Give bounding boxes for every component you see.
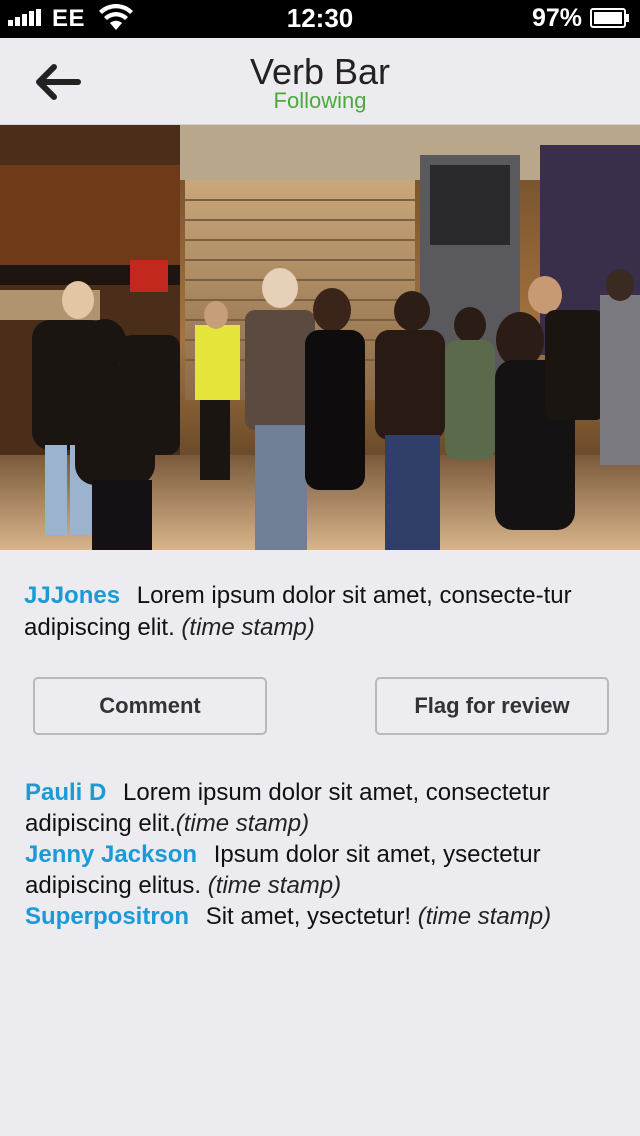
comment-username[interactable]: Pauli D xyxy=(25,779,106,806)
comments-list: Pauli D Lorem ipsum dolor sit amet, cons… xyxy=(25,777,621,932)
comment-button[interactable]: Comment xyxy=(33,677,267,735)
comment-timestamp: (time stamp) xyxy=(175,810,310,837)
comment-timestamp: (time stamp) xyxy=(207,872,342,899)
flag-for-review-button[interactable]: Flag for review xyxy=(375,677,609,735)
status-bar: EE 12:30 97% xyxy=(0,0,640,38)
comment-text: Sit amet, ysectetur! xyxy=(205,903,412,930)
battery-icon xyxy=(590,8,629,28)
battery-percent: 97% xyxy=(531,4,582,32)
following-status[interactable]: Following xyxy=(0,89,640,113)
page-title: Verb Bar xyxy=(249,51,391,92)
comment-item: Jenny Jackson Ipsum dolor sit amet, ysec… xyxy=(25,839,621,901)
comment-username[interactable]: Jenny Jackson xyxy=(25,841,197,868)
post-username[interactable]: JJJones xyxy=(24,582,120,609)
navigation-bar: Verb Bar Following xyxy=(0,38,640,126)
post-timestamp: (time stamp) xyxy=(181,614,315,641)
comment-item: Superpositron Sit amet, ysectetur! (time… xyxy=(25,901,621,932)
post-caption: JJJones Lorem ipsum dolor sit amet, cons… xyxy=(24,580,620,644)
comment-item: Pauli D Lorem ipsum dolor sit amet, cons… xyxy=(25,777,621,839)
photo-image xyxy=(0,125,640,550)
post-photo[interactable] xyxy=(0,125,640,550)
comment-timestamp: (time stamp) xyxy=(417,903,552,930)
comment-username[interactable]: Superpositron xyxy=(25,903,189,930)
